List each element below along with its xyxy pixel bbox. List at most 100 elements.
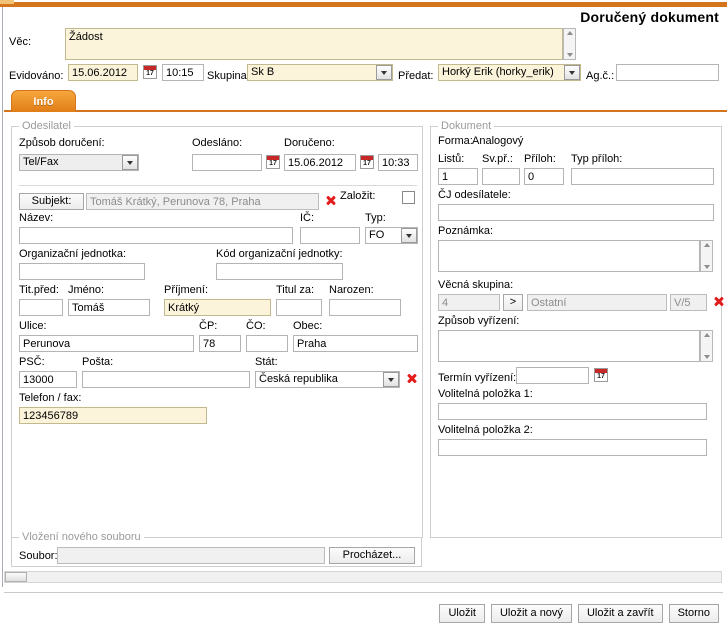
zip-input[interactable] <box>19 371 77 388</box>
chevron-down-icon[interactable] <box>122 155 138 170</box>
calendar-icon[interactable]: 17 <box>594 368 608 382</box>
agenda-number-input[interactable] <box>616 64 719 81</box>
horizontal-scrollbar[interactable] <box>4 571 722 583</box>
tab-info[interactable]: Info <box>11 90 76 112</box>
phone-label: Telefon / fax: <box>19 392 82 404</box>
chevron-down-icon[interactable] <box>564 65 580 80</box>
optional2-label: Volitelná položka 2: <box>438 424 533 436</box>
born-input[interactable] <box>329 299 401 316</box>
firstname-input[interactable] <box>68 299 150 316</box>
name-label: Název: <box>19 212 54 224</box>
org-unit-label: Organizační jednotka: <box>19 248 127 260</box>
title-before-input[interactable] <box>19 299 63 316</box>
calendar-icon[interactable]: 17 <box>143 65 157 79</box>
subject-lookup-button[interactable]: Subjekt: <box>19 193 84 210</box>
attachments-label: Příloh: <box>524 153 556 165</box>
born-label: Narozen: <box>329 284 374 296</box>
ico-label: IČ: <box>300 212 315 224</box>
title-after-input[interactable] <box>276 299 322 316</box>
surname-label: Příjmení: <box>164 284 209 296</box>
page-left-border <box>2 7 3 587</box>
subject-group-browse-button[interactable]: > <box>503 294 523 311</box>
subject-label: Věc: <box>9 36 32 48</box>
state-select-value: Česká republika <box>255 371 400 388</box>
handover-select-value: Horký Erik (horky_erik) <box>438 64 581 81</box>
attachment-type-input[interactable] <box>571 168 714 185</box>
subject-scroll-buttons[interactable] <box>563 28 576 60</box>
type-label: Typ: <box>365 212 386 224</box>
clear-subject-group-icon[interactable] <box>712 295 725 308</box>
optional1-input[interactable] <box>438 403 707 420</box>
optional2-input[interactable] <box>438 439 707 456</box>
subject-group-name-input <box>527 294 667 311</box>
delivered-label: Doručeno: <box>284 137 335 149</box>
sent-date-input[interactable] <box>192 154 262 171</box>
phone-input[interactable] <box>19 407 207 424</box>
sheets-label: Listů: <box>438 153 465 165</box>
state-label: Stát: <box>255 356 278 368</box>
delivery-method-select[interactable]: Tel/Fax <box>19 154 139 171</box>
note-scroll-buttons[interactable] <box>700 240 713 272</box>
registered-time-input[interactable] <box>162 64 204 81</box>
deadline-input[interactable] <box>516 367 589 384</box>
type-select[interactable]: FO <box>365 227 418 244</box>
browse-button[interactable]: Procházet... <box>329 547 415 564</box>
bundles-input[interactable] <box>482 168 520 185</box>
chevron-down-icon[interactable] <box>383 372 399 387</box>
chevron-down-icon[interactable] <box>376 65 392 80</box>
calendar-icon[interactable]: 17 <box>360 155 374 169</box>
resolution-scroll-buttons[interactable] <box>700 330 713 362</box>
create-checkbox[interactable] <box>402 191 415 204</box>
note-textarea[interactable] <box>438 240 700 272</box>
title-after-label: Titul za: <box>276 284 315 296</box>
document-group: Dokument Forma: Analogový Listů: Sv.př.:… <box>430 120 725 538</box>
attachments-input[interactable] <box>524 168 564 185</box>
post-label: Pošta: <box>82 356 114 368</box>
sender-ref-input[interactable] <box>438 204 714 221</box>
cp-input[interactable] <box>199 335 241 352</box>
page-title: Doručený dokument <box>580 9 719 25</box>
handover-select[interactable]: Horký Erik (horky_erik) <box>438 64 581 81</box>
state-select[interactable]: Česká republika <box>255 371 400 388</box>
subject-textarea[interactable] <box>65 28 563 60</box>
org-unit-input[interactable] <box>19 263 145 280</box>
clear-state-icon[interactable] <box>405 372 418 385</box>
title-before-label: Tit.před: <box>19 284 59 296</box>
street-label: Ulice: <box>19 320 47 332</box>
sent-label: Odesláno: <box>192 137 243 149</box>
footer-buttons: Uložit Uložit a nový Uložit a zavřít Sto… <box>439 604 719 623</box>
attachment-type-label: Typ příloh: <box>571 153 623 165</box>
street-input[interactable] <box>19 335 194 352</box>
subject-group-label: Věcná skupina: <box>438 279 514 291</box>
surname-input[interactable] <box>164 299 271 316</box>
top-accent-bar <box>0 2 727 7</box>
scrollbar-thumb[interactable] <box>5 572 27 582</box>
city-input[interactable] <box>293 335 418 352</box>
clear-subject-icon[interactable] <box>324 194 337 207</box>
sheets-input[interactable] <box>438 168 478 185</box>
save-and-new-button[interactable]: Uložit a nový <box>490 604 572 623</box>
org-unit-code-input[interactable] <box>216 263 343 280</box>
post-input[interactable] <box>82 371 250 388</box>
save-button[interactable]: Uložit <box>439 604 485 623</box>
firstname-label: Jméno: <box>68 284 105 296</box>
file-path-input[interactable] <box>57 547 325 564</box>
sender-group: Odesilatel Způsob doručení: Tel/Fax Odes… <box>11 120 423 538</box>
save-and-close-button[interactable]: Uložit a zavřít <box>577 604 663 623</box>
registered-date-input[interactable] <box>68 64 138 81</box>
delivered-time-input[interactable] <box>378 154 418 171</box>
org-unit-code-label: Kód organizační jednotky: <box>216 248 343 260</box>
resolution-textarea[interactable] <box>438 330 700 362</box>
footer-divider <box>4 592 723 593</box>
calendar-icon[interactable]: 17 <box>266 155 280 169</box>
ico-input[interactable] <box>300 227 360 244</box>
registered-label: Evidováno: <box>9 70 64 82</box>
form-label: Forma: <box>438 135 473 147</box>
chevron-down-icon[interactable] <box>401 228 417 243</box>
cancel-button[interactable]: Storno <box>668 604 719 623</box>
name-input[interactable] <box>19 227 293 244</box>
group-select[interactable]: Sk B <box>247 64 393 81</box>
co-input[interactable] <box>246 335 288 352</box>
sender-scroll-indicator[interactable] <box>409 527 419 535</box>
delivered-date-input[interactable] <box>284 154 356 171</box>
